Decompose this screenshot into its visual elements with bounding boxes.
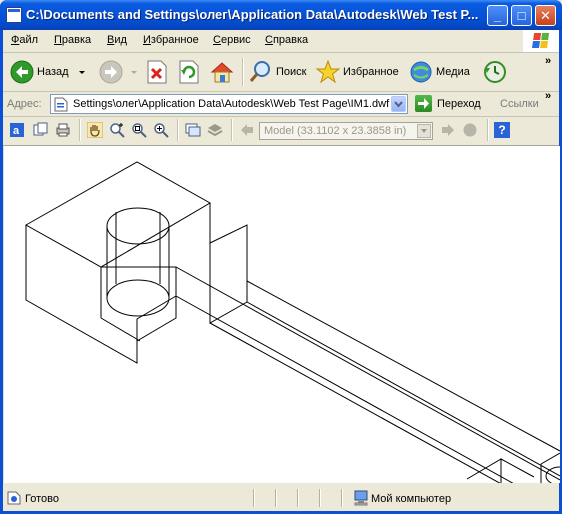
history-button[interactable]	[482, 59, 508, 85]
menu-help[interactable]: Справка	[265, 34, 308, 46]
star-icon	[316, 60, 340, 84]
refresh-icon	[179, 60, 199, 84]
pan-hand-icon[interactable]	[87, 122, 103, 138]
address-value: Settings\олег\Application Data\Autodesk\…	[73, 98, 390, 110]
menu-file[interactable]: Файл	[11, 34, 38, 46]
computer-icon	[354, 490, 368, 506]
status-separator	[253, 489, 255, 507]
window-title: C:\Documents and Settings\олег\Applicati…	[26, 7, 479, 22]
back-button[interactable]: Назад	[10, 59, 87, 85]
menu-view[interactable]: Вид	[107, 34, 127, 46]
chevron-down-icon	[394, 101, 403, 108]
block-top-face	[24, 161, 212, 268]
chevron-down-icon	[421, 129, 427, 133]
model-dropdown-button[interactable]	[417, 124, 431, 138]
document-icon	[6, 7, 22, 23]
media-icon	[410, 61, 432, 83]
forward-arrow-icon	[99, 60, 123, 84]
standard-toolbar: Назад Поиск Избранное Медиа »	[3, 53, 559, 92]
zoom-rectangle-icon[interactable]	[131, 122, 147, 138]
address-label: Адрес:	[7, 98, 42, 110]
toolbar-separator	[231, 119, 233, 141]
history-icon	[484, 61, 506, 83]
cad-drawing	[24, 161, 560, 483]
boss	[209, 203, 248, 324]
page-icon	[54, 97, 68, 112]
zoom-icon[interactable]	[109, 122, 125, 138]
home-icon	[210, 62, 234, 83]
toolbar-overflow-chevron[interactable]: »	[545, 55, 551, 67]
model-select[interactable]: Model (33.1102 x 23.3858 in)	[259, 122, 433, 140]
links-label[interactable]: Ссылки	[500, 98, 539, 110]
maximize-button[interactable]: □	[511, 5, 532, 26]
help-button[interactable]: ?	[494, 122, 510, 138]
back-arrow-icon	[10, 60, 34, 84]
model-select-value: Model (33.1102 x 23.3858 in)	[264, 125, 407, 137]
minimize-button[interactable]: _	[487, 5, 508, 26]
back-dropdown-icon[interactable]	[77, 67, 87, 77]
go-arrow-icon	[415, 95, 432, 112]
toolbar-separator	[242, 58, 244, 86]
address-bar: Адрес: Settings\олег\Application Data\Au…	[3, 90, 559, 117]
stop-button[interactable]	[146, 59, 168, 85]
menu-favorites[interactable]: Избранное	[143, 34, 199, 46]
windows-flag-icon	[532, 33, 550, 49]
page-status-icon	[7, 491, 21, 505]
browser-frame: Файл Правка Вид Избранное Сервис Справка	[3, 30, 560, 511]
print-icon[interactable]	[55, 122, 71, 138]
go-button[interactable]: Переход	[415, 95, 481, 112]
views-icon[interactable]	[185, 122, 201, 138]
toolbar-separator	[79, 119, 81, 141]
address-dropdown-button[interactable]	[391, 96, 406, 112]
layers-icon[interactable]	[207, 122, 223, 138]
toolbar-separator	[177, 119, 179, 141]
dwf-drawing-canvas[interactable]	[3, 146, 560, 483]
favorites-button[interactable]: Избранное	[316, 59, 399, 85]
stop-circle-icon[interactable]	[462, 122, 478, 138]
title-bar[interactable]: C:\Documents and Settings\олег\Applicati…	[0, 0, 562, 30]
forward-button[interactable]	[99, 59, 139, 85]
copy-icon[interactable]	[33, 122, 49, 138]
close-button[interactable]: ✕	[535, 5, 556, 26]
search-button[interactable]: Поиск	[249, 59, 306, 85]
menu-bar: Файл Правка Вид Избранное Сервис Справка	[3, 30, 559, 53]
address-input[interactable]: Settings\олег\Application Data\Autodesk\…	[50, 94, 408, 114]
windows-logo	[523, 30, 559, 52]
media-button[interactable]: Медиа	[409, 59, 470, 85]
arm-upper-edges	[246, 280, 560, 477]
fit-to-window-icon[interactable]	[153, 122, 169, 138]
arm-top-edges	[175, 295, 514, 483]
search-icon	[249, 61, 270, 82]
home-button[interactable]	[209, 59, 235, 85]
dwf-viewer-toolbar: a Model (33.1102 x 23.3858 in) ?	[3, 117, 559, 146]
arm-inner-edges	[100, 266, 560, 481]
stop-icon	[147, 60, 167, 84]
browser-window: C:\Documents and Settings\олег\Applicati…	[0, 0, 562, 514]
zone-text: Мой компьютер	[371, 493, 452, 505]
toolbar-separator	[487, 119, 489, 141]
links-chevron[interactable]: »	[545, 90, 551, 102]
svg-text:a: a	[13, 125, 20, 137]
refresh-button[interactable]	[178, 59, 200, 85]
status-separator	[275, 489, 277, 507]
status-separator	[319, 489, 321, 507]
status-text: Готово	[25, 493, 59, 505]
status-bar: Готово Мой компьютер	[3, 485, 559, 511]
autodesk-info-icon[interactable]: a	[9, 122, 25, 138]
menu-tools[interactable]: Сервис	[213, 34, 251, 46]
forward-dropdown-icon[interactable]	[129, 67, 139, 77]
status-separator	[297, 489, 299, 507]
next-view-arrow-icon[interactable]	[440, 122, 456, 138]
hole-bottom-ellipse	[106, 279, 170, 317]
menu-edit[interactable]: Правка	[54, 34, 91, 46]
status-separator	[341, 489, 343, 507]
previous-view-arrow-icon[interactable]	[239, 122, 255, 138]
